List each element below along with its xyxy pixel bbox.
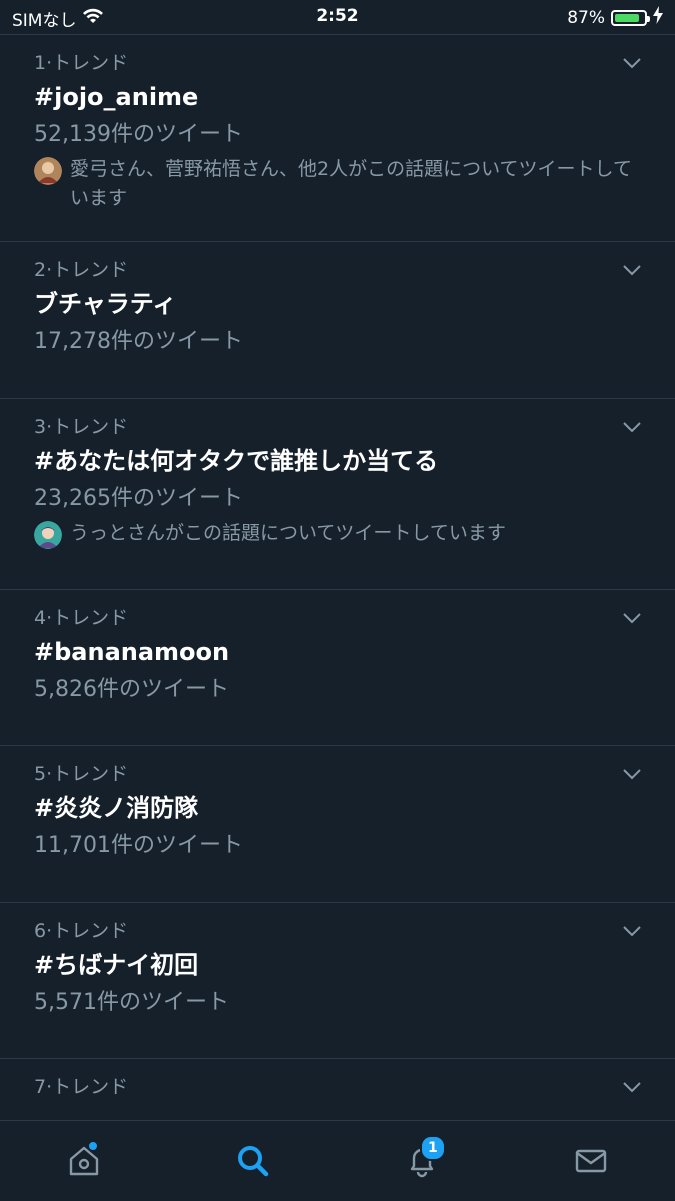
chevron-down-icon[interactable] (623, 768, 641, 780)
trend-rank: 2·トレンド (34, 259, 129, 281)
avatar (34, 521, 62, 549)
trend-context-text: うっとさんがこの話題についてツイートしています (70, 522, 506, 544)
battery-icon (611, 9, 650, 26)
trend-item[interactable]: 1·トレンド #jojo_anime 52,139件のツイート 愛弓さん、菅野祐… (0, 35, 675, 242)
chevron-down-icon[interactable] (623, 264, 641, 276)
trend-item[interactable]: 6·トレンド #ちばナイ初回 5,571件のツイート (0, 903, 675, 1059)
charging-icon (653, 6, 663, 29)
trend-rank: 7·トレンド (34, 1076, 129, 1098)
trend-list: 1·トレンド #jojo_anime 52,139件のツイート 愛弓さん、菅野祐… (0, 34, 675, 1121)
trend-tweet-count: 17,278件のツイート (34, 329, 243, 354)
trend-rank: 4·トレンド (34, 607, 129, 629)
search-icon (238, 1146, 269, 1177)
trend-rank: 1·トレンド (34, 52, 129, 74)
trend-title: #ちばナイ初回 (34, 951, 199, 979)
battery-tip (647, 15, 650, 22)
trend-title: #あなたは何オタクで誰推しか当てる (34, 447, 439, 475)
mail-icon (575, 1149, 606, 1173)
trend-context: うっとさんがこの話題についてツイートしています (34, 519, 641, 549)
trend-context-text: 愛弓さん、菅野祐悟さん、他2人がこの話題についてツイートしています (70, 158, 632, 209)
trend-tweet-count: 52,139件のツイート (34, 122, 243, 147)
notification-count-badge: 1 (419, 1135, 446, 1161)
trend-item[interactable]: 4·トレンド #bananamoon 5,826件のツイート (0, 590, 675, 746)
chevron-down-icon[interactable] (623, 57, 641, 69)
trend-title: #炎炎ノ消防隊 (34, 794, 199, 822)
battery-fill (615, 13, 640, 22)
trend-item[interactable]: 2·トレンド ブチャラティ 17,278件のツイート (0, 242, 675, 399)
chevron-down-icon[interactable] (623, 612, 641, 624)
trend-item[interactable]: 5·トレンド #炎炎ノ消防隊 11,701件のツイート (0, 746, 675, 903)
trend-tweet-count: 5,571件のツイート (34, 990, 229, 1015)
status-right: 87% (567, 6, 663, 29)
trend-tweet-count: 5,826件のツイート (34, 677, 229, 702)
tab-bar: 1 (0, 1120, 675, 1201)
trend-rank: 3·トレンド (34, 416, 129, 438)
trend-title: #bananamoon (34, 638, 230, 666)
chevron-down-icon[interactable] (623, 421, 641, 433)
trend-context: 愛弓さん、菅野祐悟さん、他2人がこの話題についてツイートしています (34, 155, 641, 213)
trend-item[interactable]: 3·トレンド #あなたは何オタクで誰推しか当てる 23,265件のツイート うっ… (0, 399, 675, 590)
tab-search[interactable] (223, 1131, 283, 1191)
trend-tweet-count: 11,701件のツイート (34, 833, 243, 858)
chevron-down-icon[interactable] (623, 925, 641, 937)
trend-title: ブチャラティ (34, 290, 177, 318)
trend-tweet-count: 23,265件のツイート (34, 486, 243, 511)
battery-percent: 87% (567, 7, 605, 28)
status-bar: SIMなし 2:52 87% (0, 0, 675, 34)
trend-title: #jojo_anime (34, 83, 199, 111)
tab-home[interactable] (54, 1131, 114, 1191)
chevron-down-icon[interactable] (623, 1081, 641, 1093)
avatar (34, 157, 62, 185)
trend-item[interactable]: 7·トレンド (0, 1059, 675, 1121)
tab-messages[interactable] (561, 1131, 621, 1191)
tab-notifications[interactable]: 1 (392, 1131, 452, 1191)
trend-rank: 6·トレンド (34, 920, 129, 942)
trend-rank: 5·トレンド (34, 763, 129, 785)
